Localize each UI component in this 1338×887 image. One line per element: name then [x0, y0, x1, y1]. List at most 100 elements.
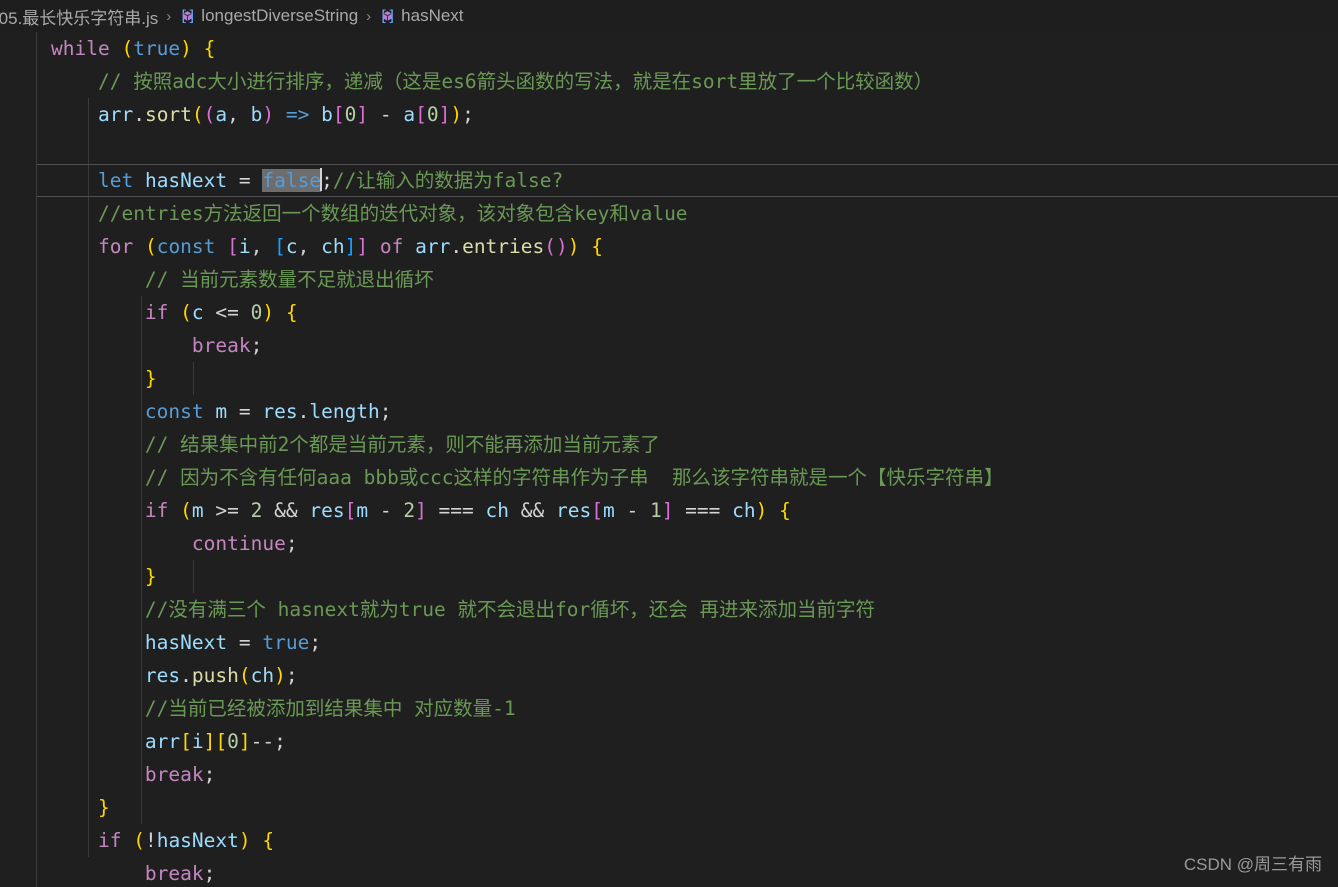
code-token: , [227, 103, 251, 126]
code-token: of [379, 235, 404, 258]
code-token: --; [250, 730, 286, 753]
code-token: //当前已经被添加到结果集中 对应数量-1 [144, 697, 516, 720]
code-line[interactable]: // 当前元素数量不足就退出循坏 [51, 263, 1338, 296]
code-token: ) [755, 499, 768, 522]
breadcrumb-separator: › [166, 7, 172, 25]
breadcrumb-item-label: -05.最长快乐字符串.js [0, 8, 159, 28]
code-token: 0 [426, 103, 439, 126]
code-line[interactable]: // 因为不含有任何aaa bbb或ccc这样的字符串作为子串 那么该字符串就是… [51, 461, 1338, 494]
code-token: 2 [403, 499, 416, 522]
code-token: ) [567, 235, 580, 258]
code-editor[interactable]: while (true) { // 按照adc大小进行排序，递减（这是es6箭头… [0, 32, 1338, 887]
code-token: ] [438, 103, 451, 126]
code-line[interactable]: if (!hasNext) { [51, 824, 1338, 857]
breadcrumb-item-2[interactable]: [] hasNext [378, 6, 464, 26]
code-line[interactable]: const m = res.length; [51, 395, 1338, 428]
code-line[interactable]: let hasNext = false;//让输入的数据为false? [51, 164, 1338, 197]
code-token: ( [144, 235, 157, 258]
code-token: m [356, 499, 369, 522]
code-token: //entries方法返回一个数组的迭代对象，该对象包含key和value [97, 202, 688, 225]
code-token: continue [191, 532, 286, 555]
code-line[interactable]: //当前已经被添加到结果集中 对应数量-1 [51, 692, 1338, 725]
code-line[interactable]: // 按照adc大小进行排序，递减（这是es6箭头函数的写法，就是在sort里放… [51, 65, 1338, 98]
code-token: 2 [250, 499, 263, 522]
code-line[interactable] [51, 131, 1338, 164]
code-token: ( [203, 103, 216, 126]
code-token: [ [591, 499, 603, 522]
breadcrumb-item-1[interactable]: [] longestDiverseString [178, 6, 359, 26]
code-token: m [191, 499, 204, 522]
code-token: ; [321, 169, 333, 192]
code-token: ch [732, 499, 756, 522]
code-line[interactable]: } [51, 560, 1338, 593]
code-token: = [227, 400, 263, 423]
code-token: ( [180, 499, 192, 522]
code-token: ) [556, 235, 568, 258]
code-line[interactable]: break; [51, 329, 1338, 362]
csdn-watermark: CSDN @周三有雨 [1183, 855, 1322, 874]
code-line[interactable]: // 结果集中前2个都是当前元素，则不能再添加当前元素了 [51, 428, 1338, 461]
code-line[interactable]: continue; [51, 527, 1338, 560]
code-token: [ [415, 103, 427, 126]
code-token: b [321, 103, 333, 126]
code-token: //让输入的数据为false? [332, 169, 564, 192]
breadcrumb-item-0[interactable]: -05.最长快乐字符串.js [0, 4, 159, 29]
code-token: // 按照adc大小进行排序，递减（这是es6箭头函数的写法，就是在sort里放… [97, 70, 934, 93]
code-token: { [262, 829, 275, 852]
code-line[interactable]: arr.sort((a, b) => b[0] - a[0]); [51, 98, 1338, 131]
code-line[interactable]: //entries方法返回一个数组的迭代对象，该对象包含key和value [51, 197, 1338, 230]
code-token: hasNext [144, 631, 228, 654]
code-line[interactable]: } [51, 362, 1338, 395]
breadcrumb: -05.最长快乐字符串.js › [] longestDiverseString › []… [0, 0, 1338, 32]
code-token: [ [227, 235, 239, 258]
code-line[interactable]: if (m >= 2 && res[m - 2] === ch && res[m… [51, 494, 1338, 527]
code-token: ; [285, 664, 298, 687]
code-content[interactable]: while (true) { // 按照adc大小进行排序，递减（这是es6箭头… [0, 32, 1338, 887]
code-token: ; [379, 400, 392, 423]
code-line[interactable]: break; [51, 758, 1338, 791]
code-token: ; [203, 862, 216, 885]
code-token: // 当前元素数量不足就退出循坏 [144, 268, 434, 291]
code-line[interactable]: for (const [i, [c, ch]] of arr.entries()… [51, 230, 1338, 263]
code-token: ] [356, 103, 369, 126]
code-token: <= [203, 301, 251, 324]
code-token: === [426, 499, 486, 522]
code-token: - [368, 499, 404, 522]
code-token: === [673, 499, 733, 522]
code-line[interactable]: } [51, 791, 1338, 824]
code-line[interactable]: while (true) { [51, 32, 1338, 65]
code-token: } [144, 565, 157, 588]
code-line[interactable]: res.push(ch); [51, 659, 1338, 692]
code-line[interactable]: //没有满三个 hasnext就为true 就不会退出for循坏，还会 再进来添… [51, 593, 1338, 626]
code-token: ; [285, 532, 298, 555]
code-token: push [191, 664, 239, 687]
code-token: ] [238, 730, 251, 753]
code-token: i [238, 235, 251, 258]
code-line[interactable]: if (c <= 0) { [51, 296, 1338, 329]
selected-token: false [262, 169, 322, 192]
code-token: ( [133, 829, 145, 852]
code-line[interactable]: break; [51, 857, 1338, 887]
code-token: ] [344, 235, 357, 258]
code-line[interactable]: arr[i][0]--; [51, 725, 1338, 758]
code-token: . [450, 235, 463, 258]
code-token: //没有满三个 hasnext就为true 就不会退出for循坏，还会 再进来添… [144, 598, 875, 621]
code-token: ( [180, 301, 192, 324]
code-token: if [97, 829, 122, 852]
code-line[interactable]: hasNext = true; [51, 626, 1338, 659]
code-token: ) [450, 103, 463, 126]
breadcrumb-item-label: longestDiverseString [201, 6, 359, 25]
